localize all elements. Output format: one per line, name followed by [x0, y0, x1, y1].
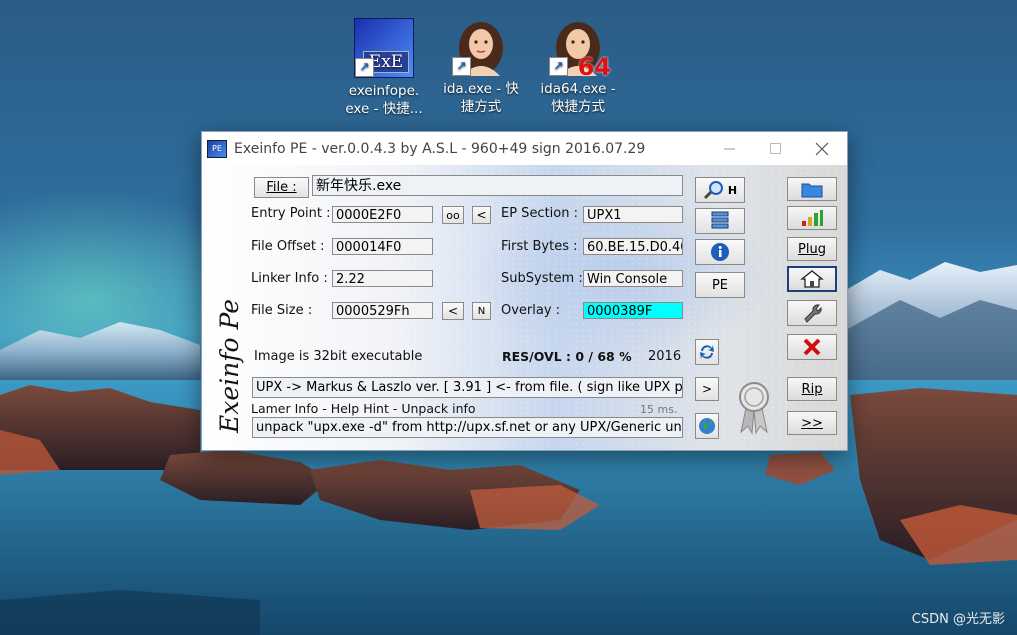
info-icon	[711, 243, 729, 261]
n-button[interactable]: N	[472, 302, 491, 320]
web-button[interactable]	[695, 413, 719, 439]
bar-chart-icon	[802, 210, 823, 226]
unpack-hint-field[interactable]: unpack "upx.exe -d" from http://upx.sf.n…	[252, 417, 683, 438]
plug-button[interactable]: Plug	[787, 237, 837, 261]
red-x-icon	[803, 338, 821, 356]
shortcut-arrow-icon: ↗	[549, 57, 568, 76]
side-logo-text: Exeinfo Pe	[215, 299, 244, 434]
entry-point-label: Entry Point :	[251, 206, 331, 221]
file-offset-label: File Offset :	[251, 239, 325, 254]
tools-button[interactable]	[787, 300, 837, 326]
ida64-badge: 64	[577, 53, 611, 81]
ida-portrait-icon: ↗	[452, 18, 510, 76]
oo-button[interactable]: oo	[442, 206, 464, 224]
subsystem-field[interactable]: Win Console	[583, 270, 683, 287]
more-info-button[interactable]: >	[695, 377, 719, 401]
file-size-label: File Size :	[251, 303, 313, 318]
title-bar[interactable]: PE Exeinfo PE - ver.0.0.4.3 by A.S.L - 9…	[202, 132, 847, 165]
file-offset-field[interactable]: 000014F0	[332, 238, 433, 255]
linker-info-label: Linker Info :	[251, 271, 328, 286]
file-path-field[interactable]: 新年快乐.exe	[312, 175, 683, 196]
app-icon: PE	[207, 139, 227, 158]
entry-point-field[interactable]: 0000E2F0	[332, 206, 433, 223]
next-button-label: >>	[801, 415, 823, 431]
refresh-icon	[700, 345, 714, 359]
home-button[interactable]	[787, 266, 837, 292]
open-folder-button[interactable]	[787, 177, 837, 201]
sections-button[interactable]	[695, 208, 745, 234]
ep-section-field[interactable]: UPX1	[583, 206, 683, 223]
exeinfo-window: PE Exeinfo PE - ver.0.0.4.3 by A.S.L - 9…	[201, 131, 848, 451]
first-bytes-label: First Bytes :	[501, 239, 578, 254]
info-button[interactable]	[695, 239, 745, 265]
desktop-icon-label-line2: 快捷方式	[551, 99, 605, 115]
year-text: 2016	[648, 349, 682, 364]
shortcut-arrow-icon: ↗	[452, 57, 471, 76]
folder-icon	[801, 183, 823, 197]
refresh-button[interactable]	[695, 339, 719, 365]
award-ribbon-icon	[739, 382, 769, 435]
desktop-icon-exeinfope[interactable]: ExE ↗ exeinfope. exe - 快捷...	[336, 18, 432, 118]
overlay-field[interactable]: 0000389F	[583, 302, 683, 319]
res-ovl-text: RES/OVL : 0 / 68 %	[502, 349, 632, 364]
exeinfope-app-icon: ExE ↗	[354, 18, 414, 78]
search-h-label: H	[727, 183, 738, 197]
globe-icon	[699, 418, 715, 434]
close-button[interactable]	[799, 132, 845, 165]
wrench-icon	[804, 304, 822, 323]
stats-button[interactable]	[787, 206, 837, 230]
next-button[interactable]: >>	[787, 411, 837, 435]
exit-button[interactable]	[787, 334, 837, 360]
file-size-field[interactable]: 0000529Fh	[332, 302, 433, 319]
subsystem-label: SubSystem :	[501, 271, 583, 286]
sections-list-icon	[711, 211, 729, 229]
file-button[interactable]: File :	[254, 177, 309, 198]
ida64-portrait-icon: 64 ↗	[549, 18, 611, 79]
minimize-button[interactable]	[707, 132, 753, 165]
overlay-label: Overlay :	[501, 303, 561, 318]
home-icon	[800, 270, 824, 288]
maximize-icon	[770, 142, 781, 154]
maximize-button[interactable]	[753, 132, 799, 165]
detection-result-field[interactable]: UPX -> Markus & Laszlo ver. [ 3.91 ] <- …	[252, 377, 683, 398]
file-button-label: File :	[266, 180, 297, 195]
close-icon	[815, 142, 829, 155]
desktop-icon-ida64[interactable]: 64 ↗ ida64.exe - 快捷方式	[530, 18, 626, 116]
main-panel: Exeinfo Pe File : 新年快乐.exe H Entry Point…	[202, 165, 847, 450]
plug-button-label: Plug	[798, 241, 826, 257]
ep-section-label: EP Section :	[501, 206, 578, 221]
linker-info-field[interactable]: 2.22	[332, 270, 433, 287]
rip-button[interactable]: Rip	[787, 377, 837, 401]
magnifier-icon	[703, 181, 723, 200]
exeinfo-side-logo: Exeinfo Pe	[215, 299, 244, 434]
csdn-watermark: CSDN @光无影	[911, 612, 1005, 627]
size-lt-button[interactable]: <	[442, 302, 464, 320]
pe-button[interactable]: PE	[695, 272, 745, 298]
desktop-icon-label-line1: ida.exe - 快	[443, 81, 519, 97]
desktop-icon-label-line1: ida64.exe -	[540, 81, 616, 97]
search-hex-button[interactable]: H	[695, 177, 745, 203]
time-text: 15 ms.	[640, 403, 678, 416]
entry-lt-button[interactable]: <	[472, 206, 491, 224]
image-info-text: Image is 32bit executable	[254, 349, 423, 364]
rip-button-label: Rip	[801, 381, 823, 397]
desktop-icon-label-line2: exe - 快捷...	[345, 101, 423, 117]
minimize-icon	[724, 148, 735, 149]
first-bytes-field[interactable]: 60.BE.15.D0.40	[583, 238, 683, 255]
desktop-icon-label-line1: exeinfope.	[348, 83, 420, 99]
desktop-icon-ida[interactable]: ↗ ida.exe - 快 捷方式	[433, 18, 529, 116]
desktop-icon-label-line2: 捷方式	[460, 99, 502, 115]
shortcut-arrow-icon: ↗	[355, 58, 374, 77]
window-title: Exeinfo PE - ver.0.0.4.3 by A.S.L - 960+…	[234, 140, 646, 157]
lamer-info-label: Lamer Info - Help Hint - Unpack info	[251, 401, 476, 416]
